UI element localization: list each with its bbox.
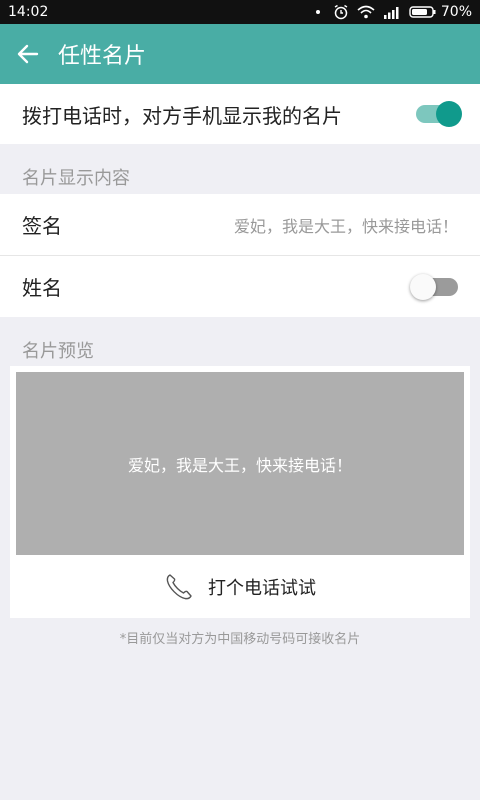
status-time: 14:02	[8, 4, 49, 20]
status-indicator-icon	[315, 10, 320, 14]
signature-value: 爱妃，我是大王，快来接电话！	[233, 216, 458, 236]
footnote: *目前仅当对方为中国移动号码可接收名片	[119, 632, 361, 647]
status-bar: 14:02 70%	[0, 0, 480, 24]
status-icons: 70%	[311, 4, 472, 20]
signature-row[interactable]: 签名 爱妃，我是大王，快来接电话！	[0, 194, 480, 255]
card-preview: 爱妃，我是大王，快来接电话！	[16, 372, 464, 555]
preview-section-header: 名片预览	[22, 341, 94, 362]
preview-card: 爱妃，我是大王，快来接电话！ 打个电话试试	[10, 366, 470, 618]
try-call-button[interactable]: 打个电话试试	[10, 555, 470, 618]
arrow-left-icon	[17, 44, 39, 64]
try-call-label: 打个电话试试	[208, 577, 316, 599]
app-bar: 任性名片	[0, 24, 480, 84]
signature-label: 签名	[22, 214, 62, 238]
battery: 70%	[409, 4, 472, 20]
phone-icon	[166, 573, 192, 599]
wifi-icon	[357, 5, 375, 19]
name-toggle[interactable]	[410, 273, 458, 300]
page-title: 任性名片	[58, 44, 147, 69]
toggle-knob	[410, 273, 436, 300]
dial-card-setting-label: 拨打电话时，对方手机显示我的名片	[22, 103, 342, 128]
alarm-icon	[334, 4, 348, 20]
battery-icon	[409, 6, 436, 18]
toggle-knob	[436, 101, 462, 127]
dial-card-toggle[interactable]	[416, 101, 462, 127]
dial-card-setting-row[interactable]: 拨打电话时，对方手机显示我的名片	[0, 84, 480, 144]
name-row[interactable]: 姓名	[0, 256, 480, 317]
back-button[interactable]	[14, 40, 42, 68]
content-section-header: 名片显示内容	[22, 168, 130, 189]
battery-percent: 70%	[440, 4, 472, 20]
name-label: 姓名	[22, 276, 62, 300]
signal-icon	[383, 7, 399, 19]
preview-text: 爱妃，我是大王，快来接电话！	[127, 455, 352, 475]
